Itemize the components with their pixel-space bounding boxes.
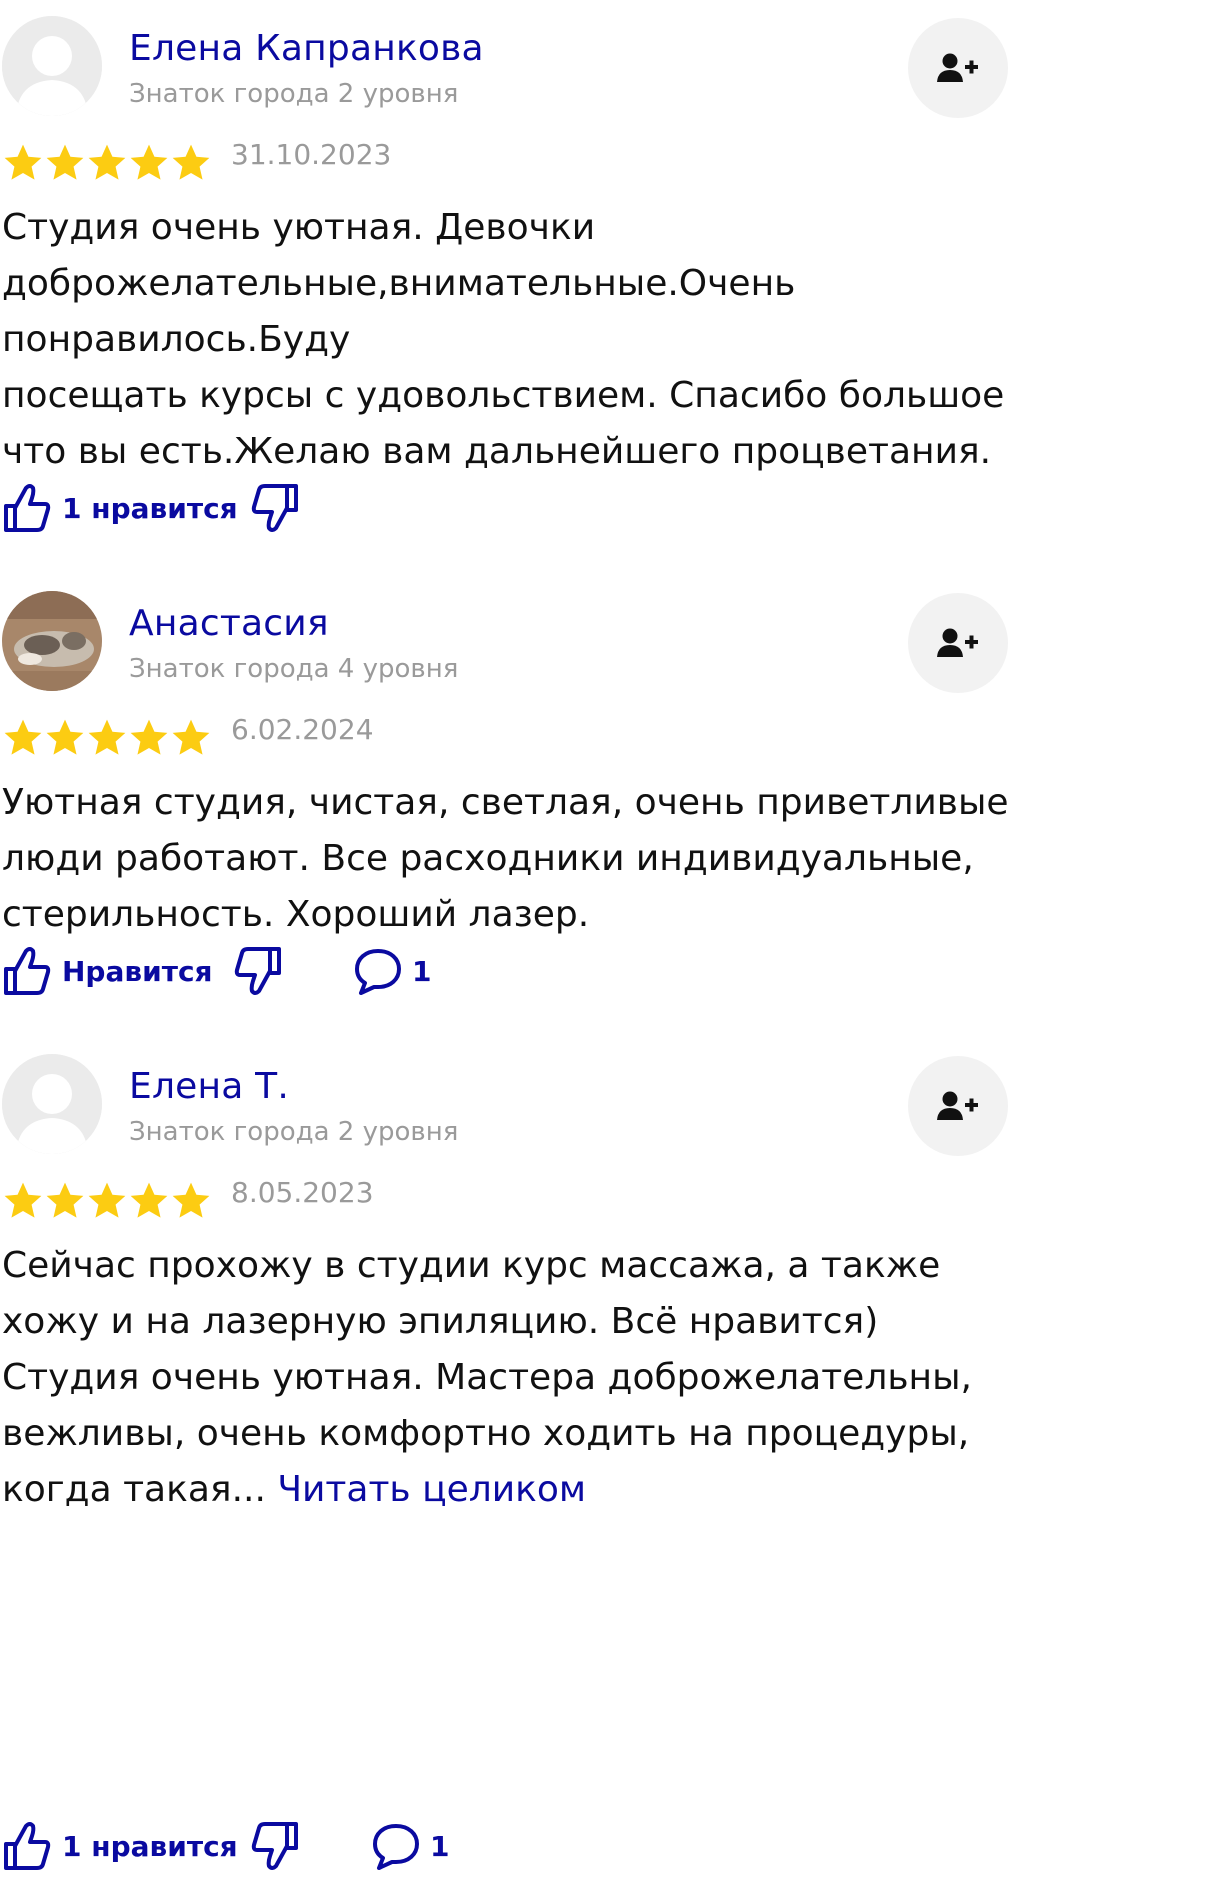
dislike-button[interactable] [233, 945, 285, 1005]
dislike-button[interactable] [250, 482, 302, 542]
like-button[interactable]: Нравится [2, 945, 213, 1005]
star-icon [4, 719, 42, 755]
review-card: Елена Капранкова Знаток города 2 уровня … [0, 16, 1219, 556]
like-count-label: 1 нравится [62, 492, 238, 525]
author-level: Знаток города 4 уровня [129, 654, 459, 684]
thumbs-up-icon [4, 1822, 51, 1870]
like-button[interactable]: 1 нравится [2, 482, 238, 542]
review-text: Уютная студия, чистая, светлая, очень пр… [2, 782, 1009, 935]
cat-photo-avatar [2, 591, 102, 691]
author-name[interactable]: Анастасия [129, 603, 329, 644]
like-button[interactable]: 1 нравится [2, 1820, 238, 1880]
thumbs-down-icon [251, 484, 298, 532]
review-text: Сейчас прохожу в студии курс массажа, а … [2, 1238, 1217, 1518]
star-icon [88, 1182, 126, 1218]
review-text: Студия очень уютная. Девочки доброжелате… [2, 207, 1005, 472]
comments-button[interactable]: 1 [352, 945, 432, 1005]
rating-stars [2, 717, 212, 759]
thumbs-up-icon [4, 947, 51, 995]
add-user-icon [937, 53, 978, 82]
author-avatar[interactable] [2, 16, 102, 116]
star-icon [4, 144, 42, 180]
comment-bubble-icon [373, 1824, 419, 1870]
read-more-link[interactable]: Читать целиком [277, 1469, 586, 1510]
star-icon [46, 719, 84, 755]
default-avatar-icon [2, 1054, 102, 1154]
review-card: Анастасия Знаток города 4 уровня 6.02.20… [0, 591, 1219, 1011]
author-level: Знаток города 2 уровня [129, 1117, 459, 1147]
default-avatar-icon [2, 16, 102, 116]
star-icon [130, 144, 168, 180]
author-avatar[interactable] [2, 1054, 102, 1154]
like-label: Нравится [62, 955, 213, 988]
like-count-label: 1 нравится [62, 1830, 238, 1863]
review-date: 31.10.2023 [231, 138, 392, 171]
star-icon [172, 719, 210, 755]
rating-stars [2, 142, 212, 184]
star-icon [46, 1182, 84, 1218]
author-avatar[interactable] [2, 591, 102, 691]
star-icon [130, 719, 168, 755]
add-user-icon [937, 1091, 978, 1120]
review-date: 6.02.2024 [231, 713, 374, 746]
thumbs-down-icon [251, 1822, 298, 1870]
subscribe-button[interactable] [908, 593, 1008, 693]
comments-count: 1 [430, 1830, 450, 1863]
review-date: 8.05.2023 [231, 1176, 374, 1209]
comment-bubble-icon [355, 949, 401, 995]
review-card: Елена Т. Знаток города 2 уровня 8.05.202… [0, 1054, 1219, 1870]
thumbs-up-icon [4, 484, 51, 532]
star-icon [4, 1182, 42, 1218]
add-user-icon [937, 628, 978, 657]
author-name[interactable]: Елена Т. [129, 1066, 289, 1107]
comments-count: 1 [412, 955, 432, 988]
star-icon [172, 144, 210, 180]
dislike-button[interactable] [250, 1820, 302, 1880]
rating-stars [2, 1180, 212, 1222]
star-icon [172, 1182, 210, 1218]
subscribe-button[interactable] [908, 18, 1008, 118]
comments-button[interactable]: 1 [370, 1820, 450, 1880]
author-level: Знаток города 2 уровня [129, 79, 459, 109]
star-icon [88, 719, 126, 755]
star-icon [88, 144, 126, 180]
star-icon [130, 1182, 168, 1218]
author-name[interactable]: Елена Капранкова [129, 28, 484, 69]
thumbs-down-icon [234, 947, 281, 995]
star-icon [46, 144, 84, 180]
subscribe-button[interactable] [908, 1056, 1008, 1156]
